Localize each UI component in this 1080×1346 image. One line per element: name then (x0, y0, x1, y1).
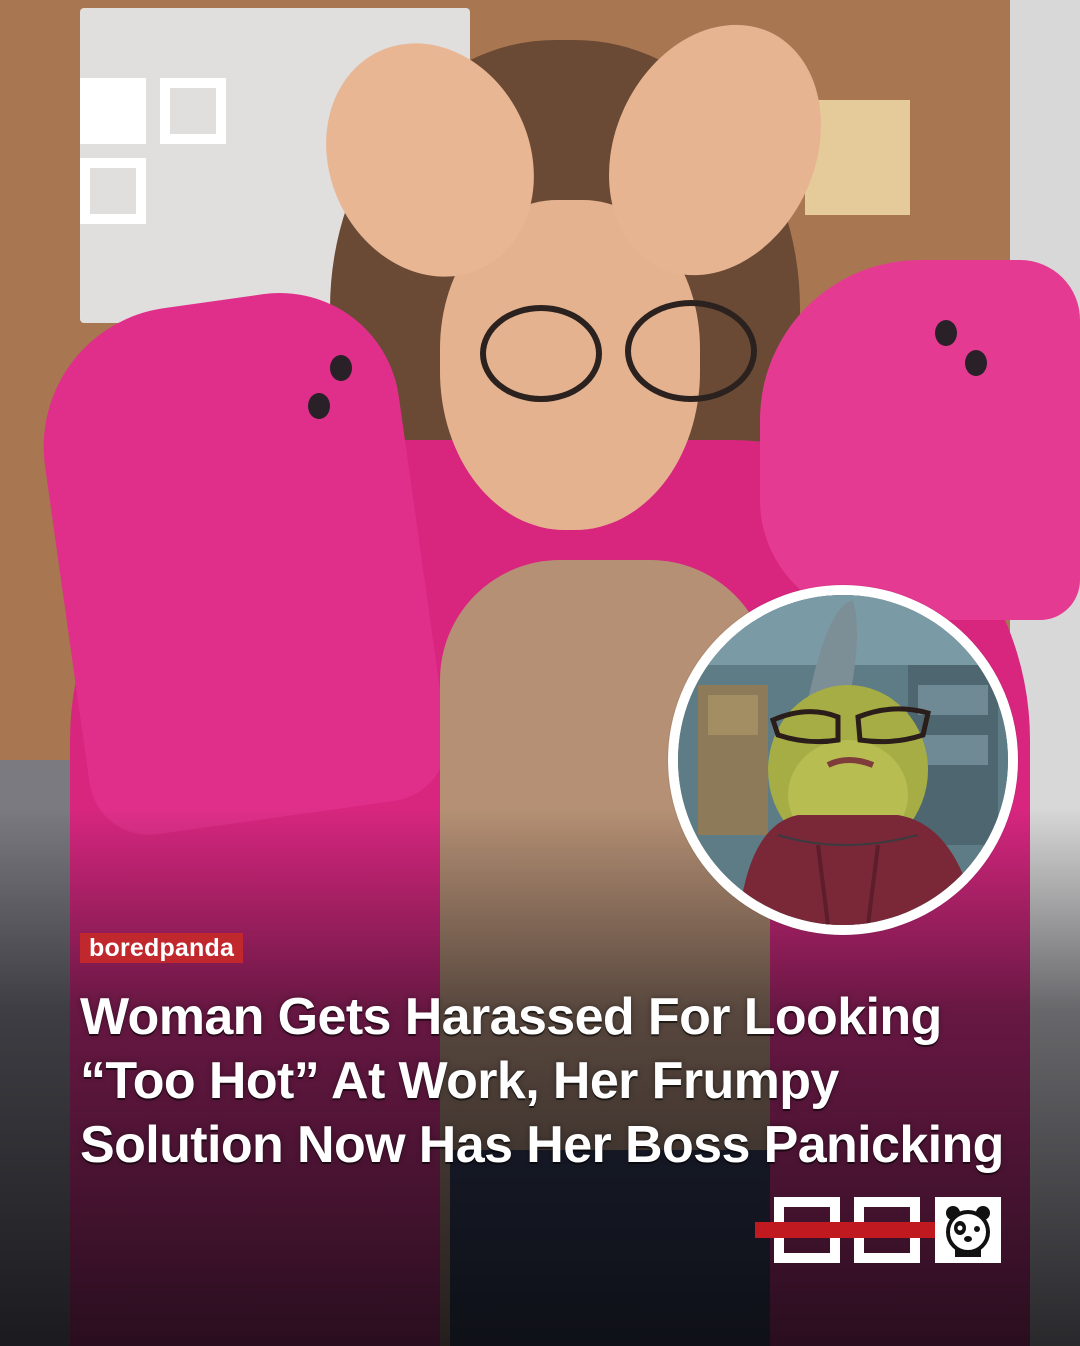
logo-square (160, 78, 226, 144)
post-canvas: boredpanda Woman Gets Harassed For Looki… (0, 0, 1080, 1346)
cartoon-character-illustration (678, 595, 1008, 925)
character-inset-circle (668, 585, 1018, 935)
logo-square (80, 158, 146, 224)
panda-face-icon (935, 1197, 1001, 1263)
boredpanda-logo-icon (755, 1197, 1005, 1267)
squares-logo-icon (80, 78, 230, 228)
cartoon-character-image (678, 595, 1008, 925)
headline: Woman Gets Harassed For Looking “Too Hot… (80, 988, 1004, 1174)
logo-square (80, 78, 146, 144)
logo-red-bar (755, 1222, 935, 1238)
brand-tag: boredpanda (80, 933, 244, 963)
